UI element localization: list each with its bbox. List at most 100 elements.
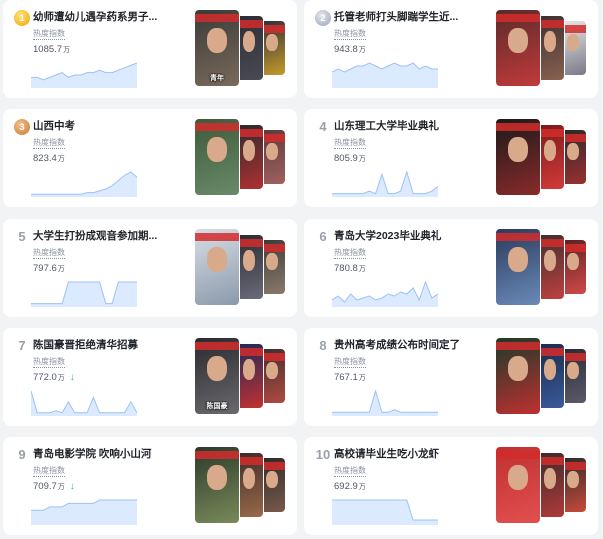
- video-thumbnail[interactable]: [496, 10, 540, 86]
- person-figure: [207, 356, 227, 381]
- rank-number: 9: [18, 447, 26, 462]
- trending-card[interactable]: 6 青岛大学2023毕业典礼 热度指数 780.8万: [304, 219, 598, 317]
- heat-index-label[interactable]: 热度指数: [334, 357, 366, 368]
- trending-card[interactable]: 2 托管老师打头脚踹学生近... 热度指数 943.8万: [304, 0, 598, 98]
- video-thumbnails[interactable]: [496, 229, 592, 305]
- topic-title[interactable]: 青岛电影学院 吹响小山河: [33, 446, 185, 461]
- thumbnail-caption: 青年: [210, 75, 224, 82]
- heat-index-label[interactable]: 热度指数: [334, 138, 366, 149]
- video-thumbnail[interactable]: [536, 125, 564, 189]
- person-figure: [207, 28, 227, 53]
- heat-value-unit: 万: [63, 47, 71, 54]
- topic-title[interactable]: 托管老师打头脚踹学生近...: [334, 9, 486, 24]
- thumbnail-caption: 陈国豪: [206, 403, 228, 410]
- person-figure: [207, 247, 227, 272]
- rank-medal-icon: 3: [14, 119, 30, 135]
- topic-title[interactable]: 大学生打扮成观音参加期...: [33, 228, 185, 243]
- video-thumbnail[interactable]: [496, 229, 540, 305]
- heat-index-label[interactable]: 热度指数: [33, 248, 65, 259]
- video-thumbnail[interactable]: [496, 119, 540, 195]
- person-figure: [543, 468, 557, 489]
- video-thumbnails[interactable]: [496, 119, 592, 195]
- sparkline-area: [332, 63, 438, 88]
- video-thumbnail[interactable]: [235, 453, 263, 517]
- heat-sparkline: [31, 171, 137, 197]
- video-thumbnails[interactable]: [195, 229, 291, 305]
- person-figure: [567, 252, 579, 271]
- heat-value: 943.8万: [334, 44, 366, 55]
- video-thumbnail[interactable]: 陈国豪: [195, 338, 239, 414]
- thumbnail-caption-band: [235, 348, 263, 356]
- rank-medal-icon: 2: [315, 10, 331, 26]
- video-thumbnail[interactable]: [496, 338, 540, 414]
- heat-value-number: 797.6: [33, 263, 57, 274]
- trending-card[interactable]: 7 陈国豪晋拒绝清华招募 热度指数 772.0万 ↓ 陈国豪: [3, 328, 297, 426]
- video-thumbnail[interactable]: [195, 119, 239, 195]
- heat-index-label[interactable]: 热度指数: [33, 357, 65, 368]
- trending-card[interactable]: 4 山东理工大学毕业典礼 热度指数 805.9万: [304, 109, 598, 207]
- video-thumbnail[interactable]: [195, 447, 239, 523]
- rank-number: 6: [319, 229, 327, 244]
- heat-index-label[interactable]: 热度指数: [33, 466, 65, 477]
- video-thumbnail[interactable]: [235, 125, 263, 189]
- thumbnail-caption-band: [496, 342, 540, 350]
- video-thumbnails[interactable]: [195, 447, 291, 523]
- trending-card[interactable]: 3 山西中考 热度指数 823.4万: [3, 109, 297, 207]
- video-thumbnails[interactable]: 陈国豪: [195, 338, 291, 414]
- thumbnail-caption-band: [496, 451, 540, 459]
- video-thumbnails[interactable]: [496, 447, 592, 523]
- topic-title[interactable]: 幼师遭幼儿遇孕药系男子...: [33, 9, 185, 24]
- video-thumbnails[interactable]: [496, 338, 592, 414]
- video-thumbnail[interactable]: [235, 235, 263, 299]
- heat-value: 709.7万 ↓: [33, 481, 75, 492]
- topic-title[interactable]: 贵州高考成绩公布时间定了: [334, 337, 486, 352]
- video-thumbnail[interactable]: [536, 16, 564, 80]
- heat-sparkline: [31, 281, 137, 307]
- heat-sparkline: [31, 62, 137, 88]
- topic-title[interactable]: 青岛大学2023毕业典礼: [334, 228, 486, 243]
- person-figure: [543, 359, 557, 380]
- thumbnail-caption-band: [195, 14, 239, 22]
- topic-title[interactable]: 山西中考: [33, 118, 185, 133]
- video-thumbnail[interactable]: [536, 453, 564, 517]
- thumbnail-caption-band: [235, 457, 263, 465]
- heat-index-label[interactable]: 热度指数: [334, 466, 366, 477]
- video-thumbnails[interactable]: [195, 119, 291, 195]
- trending-card[interactable]: 1 幼师遭幼儿遇孕药系男子... 热度指数 1085.7万 青年: [3, 0, 297, 98]
- heat-index-label[interactable]: 热度指数: [33, 29, 65, 40]
- video-thumbnail[interactable]: [536, 344, 564, 408]
- heat-value: 772.0万 ↓: [33, 372, 75, 383]
- heat-value-unit: 万: [57, 484, 65, 491]
- video-thumbnail[interactable]: [536, 235, 564, 299]
- heat-index-label[interactable]: 热度指数: [334, 248, 366, 259]
- video-thumbnails[interactable]: [496, 10, 592, 86]
- sparkline-line: [31, 390, 137, 414]
- video-thumbnail[interactable]: 青年: [195, 10, 239, 86]
- topic-title[interactable]: 高校请毕业生吃小龙虾: [334, 446, 486, 461]
- heat-value-unit: 万: [358, 266, 366, 273]
- person-figure: [242, 468, 256, 489]
- heat-index-label[interactable]: 热度指数: [33, 138, 65, 149]
- thumbnail-caption-band: [496, 14, 540, 22]
- topic-title[interactable]: 陈国豪晋拒绝清华招募: [33, 337, 185, 352]
- person-figure: [242, 31, 256, 52]
- heat-value-unit: 万: [57, 375, 65, 382]
- heat-value-unit: 万: [358, 375, 366, 382]
- video-thumbnail[interactable]: [195, 229, 239, 305]
- video-thumbnail[interactable]: [496, 447, 540, 523]
- video-thumbnail[interactable]: [235, 344, 263, 408]
- video-thumbnail[interactable]: [235, 16, 263, 80]
- heat-sparkline: [332, 389, 438, 416]
- heat-index-label[interactable]: 热度指数: [334, 29, 366, 40]
- topic-title[interactable]: 山东理工大学毕业典礼: [334, 118, 486, 133]
- trending-card[interactable]: 8 贵州高考成绩公布时间定了 热度指数 767.1万: [304, 328, 598, 426]
- sparkline-area: [31, 63, 137, 88]
- video-thumbnails[interactable]: 青年: [195, 10, 291, 86]
- rank-medal-icon: 1: [14, 10, 30, 26]
- trend-down-icon: ↓: [69, 372, 75, 383]
- rank-number: 8: [319, 338, 327, 353]
- trending-card[interactable]: 5 大学生打扮成观音参加期... 热度指数 797.6万: [3, 219, 297, 317]
- heat-value: 797.6万: [33, 263, 65, 274]
- trending-card[interactable]: 9 青岛电影学院 吹响小山河热度指数 709.7万 ↓: [3, 437, 297, 535]
- trending-card[interactable]: 10 高校请毕业生吃小龙虾 热度指数 692.9万: [304, 437, 598, 535]
